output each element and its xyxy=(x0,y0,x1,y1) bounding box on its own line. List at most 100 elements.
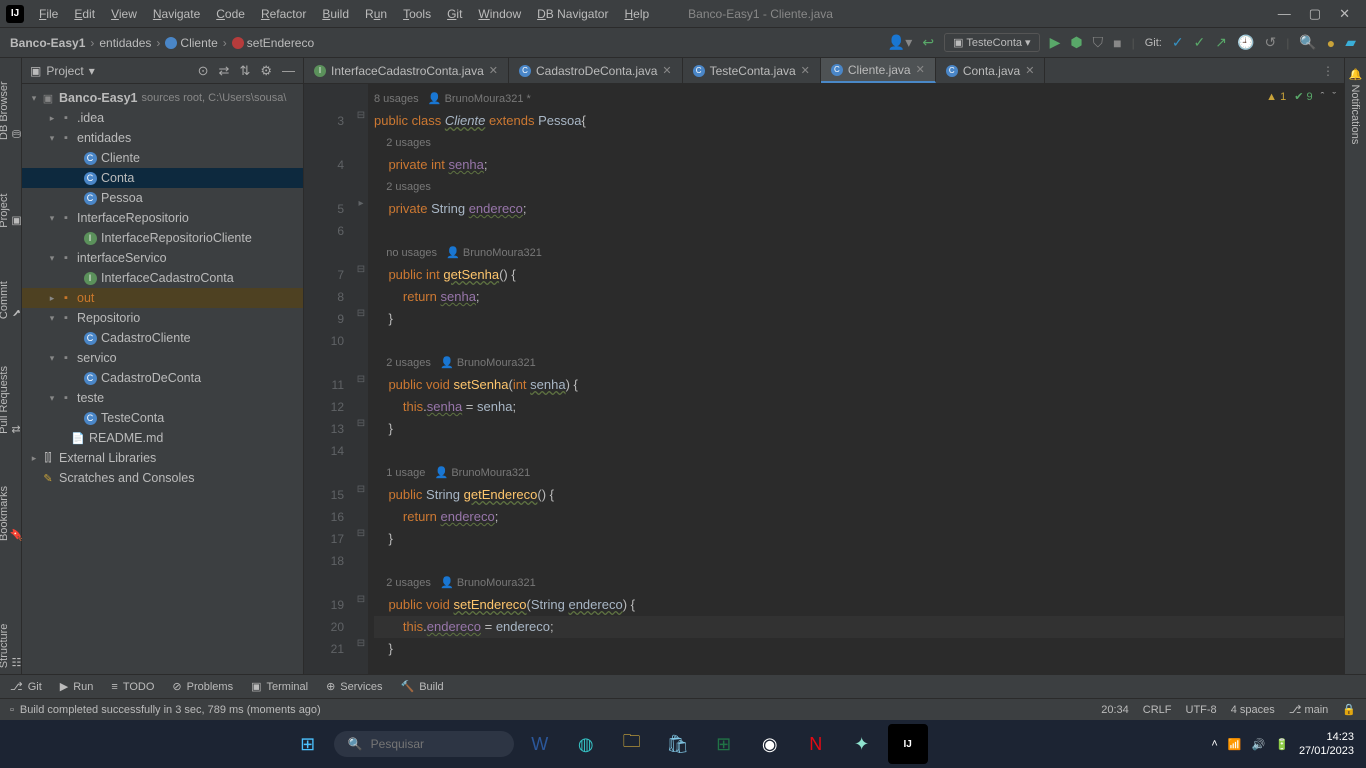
bottom-services[interactable]: ⊕Services xyxy=(326,680,382,693)
notifications-tab[interactable]: 🔔 Notifications xyxy=(1349,68,1362,144)
tree-repositorio[interactable]: ▾▪Repositorio xyxy=(22,308,303,328)
rollback-icon[interactable]: ↺ xyxy=(1264,34,1276,51)
expand-all-icon[interactable]: ⇄ xyxy=(219,63,230,79)
code-with-me-icon[interactable]: ▰ xyxy=(1345,34,1356,51)
hide-panel-icon[interactable]: — xyxy=(282,63,295,79)
taskbar-clock[interactable]: 14:23 27/01/2023 xyxy=(1299,730,1354,758)
tree-entidades[interactable]: ▾▪entidades xyxy=(22,128,303,148)
tree-root[interactable]: ▾▣Banco-Easy1sources root, C:\Users\sous… xyxy=(22,88,303,108)
explorer-icon[interactable]: 🗀 xyxy=(612,724,652,764)
project-tab[interactable]: Project ▣ xyxy=(0,176,23,234)
menu-tools[interactable]: Tools xyxy=(396,5,438,23)
close-icon[interactable]: ✕ xyxy=(1025,64,1034,77)
app-icon[interactable]: ✦ xyxy=(842,724,882,764)
add-config-icon[interactable]: 👤▾ xyxy=(888,34,912,51)
window-close-icon[interactable]: ✕ xyxy=(1339,6,1350,22)
menu-edit[interactable]: Edit xyxy=(67,5,102,23)
menu-view[interactable]: View xyxy=(104,5,144,23)
tree-conta[interactable]: CConta xyxy=(22,168,303,188)
intellij-taskbar-icon[interactable]: IJ xyxy=(888,724,928,764)
tab-cliente[interactable]: CCliente.java✕ xyxy=(821,58,936,83)
taskbar-search[interactable]: 🔍 xyxy=(334,731,514,757)
battery-icon[interactable]: 🔋 xyxy=(1275,738,1289,751)
structure-tab[interactable]: Structure ☷ xyxy=(0,607,23,674)
tree-readme[interactable]: 📄README.md xyxy=(22,428,303,448)
collapse-all-icon[interactable]: ⇅ xyxy=(239,63,250,79)
settings-icon[interactable]: ⚙ xyxy=(260,63,272,79)
bookmarks-tab[interactable]: Bookmarks 🔖 xyxy=(0,470,23,547)
menu-code[interactable]: Code xyxy=(209,5,252,23)
tree-extlib[interactable]: ▸⫿⫿External Libraries xyxy=(22,448,303,468)
tree-servico[interactable]: ▾▪servico xyxy=(22,348,303,368)
search-icon[interactable]: 🔍 xyxy=(1299,34,1316,51)
excel-icon[interactable]: ⊞ xyxy=(704,724,744,764)
edge-icon[interactable]: ◍ xyxy=(566,724,606,764)
close-icon[interactable]: ✕ xyxy=(916,63,925,76)
tree-interfacecadconta[interactable]: IInterfaceCadastroConta xyxy=(22,268,303,288)
git-update-icon[interactable]: ✓ xyxy=(1172,34,1184,51)
bottom-todo[interactable]: ≡TODO xyxy=(111,681,154,693)
status-branch[interactable]: ⎇ main xyxy=(1289,703,1329,716)
status-caret-pos[interactable]: 20:34 xyxy=(1101,704,1129,716)
tab-testeconta[interactable]: CTesteConta.java✕ xyxy=(683,58,821,83)
editor-body[interactable]: ▲ 1 ✔ 9 ˆˇ 3 4 5 6 7 8 9 10 11 12 13 14 … xyxy=(304,84,1344,674)
chrome-icon[interactable]: ◉ xyxy=(750,724,790,764)
commit-tab[interactable]: Commit ✔ xyxy=(0,264,23,325)
window-minimize-icon[interactable]: — xyxy=(1278,6,1291,22)
crumb-method[interactable]: setEndereco xyxy=(232,36,314,50)
volume-icon[interactable]: 🔊 xyxy=(1252,738,1266,751)
back-icon[interactable]: ↩ xyxy=(922,34,934,51)
start-icon[interactable]: ⊞ xyxy=(288,724,328,764)
menu-window[interactable]: Window xyxy=(471,5,528,23)
pullrequests-tab[interactable]: Pull Requests ⇅ xyxy=(0,355,23,440)
bottom-run[interactable]: ▶Run xyxy=(60,680,94,693)
wifi-icon[interactable]: 📶 xyxy=(1228,738,1242,751)
close-icon[interactable]: ✕ xyxy=(489,64,498,77)
fold-gutter[interactable]: ⊟ ▸⊟ ⊟⊟ ⊟⊟ ⊟⊟⊟ xyxy=(354,84,368,674)
code-area[interactable]: 8 usages 👤 BrunoMoura321 * public class … xyxy=(368,84,1344,674)
select-opened-file-icon[interactable]: ⊙ xyxy=(198,63,209,79)
tree-scratches[interactable]: ✎Scratches and Consoles xyxy=(22,468,303,488)
coverage-icon[interactable]: ⛉ xyxy=(1093,34,1104,51)
status-indent[interactable]: 4 spaces xyxy=(1231,704,1275,716)
tree-cadcliente[interactable]: CCadastroCliente xyxy=(22,328,303,348)
bottom-git[interactable]: ⎇Git xyxy=(10,680,42,693)
netflix-icon[interactable]: N xyxy=(796,724,836,764)
bottom-build[interactable]: 🔨Build xyxy=(400,680,443,693)
menu-run[interactable]: Run xyxy=(358,5,394,23)
git-push-icon[interactable]: ↗ xyxy=(1215,34,1227,51)
menu-file[interactable]: File xyxy=(32,5,65,23)
status-lock-icon[interactable]: 🔒 xyxy=(1342,703,1356,716)
run-config-dropdown[interactable]: ▣ TesteConta ▾ xyxy=(944,33,1040,52)
project-panel-title[interactable]: ▣ Project ▾ xyxy=(30,64,95,78)
tree-pessoa[interactable]: CPessoa xyxy=(22,188,303,208)
tab-interfacecadastroconta[interactable]: IInterfaceCadastroConta.java✕ xyxy=(304,58,509,83)
bottom-terminal[interactable]: ▣Terminal xyxy=(251,680,308,693)
status-line-sep[interactable]: CRLF xyxy=(1143,704,1172,716)
history-icon[interactable]: 🕘 xyxy=(1237,34,1254,51)
tree-teste[interactable]: ▾▪teste xyxy=(22,388,303,408)
status-encoding[interactable]: UTF-8 xyxy=(1186,704,1217,716)
menu-refactor[interactable]: Refactor xyxy=(254,5,313,23)
store-icon[interactable]: 🛍 xyxy=(658,724,698,764)
tree-out[interactable]: ▸▪out xyxy=(22,288,303,308)
word-icon[interactable]: W xyxy=(520,724,560,764)
dbbrowser-tab[interactable]: DB Browser ⛁ xyxy=(0,66,23,146)
stop-icon[interactable]: ■ xyxy=(1113,35,1121,51)
git-commit-icon[interactable]: ✓ xyxy=(1194,34,1206,51)
menu-git[interactable]: Git xyxy=(440,5,469,23)
crumb-package[interactable]: entidades xyxy=(99,36,151,50)
window-maximize-icon[interactable]: ▢ xyxy=(1309,6,1321,22)
tree-testeconta[interactable]: CTesteConta xyxy=(22,408,303,428)
bottom-problems[interactable]: ⊘Problems xyxy=(172,680,233,693)
tree-interfacerepocli[interactable]: IInterfaceRepositorioCliente xyxy=(22,228,303,248)
tree-interfaceserv[interactable]: ▾▪interfaceServico xyxy=(22,248,303,268)
crumb-project[interactable]: Banco-Easy1 xyxy=(10,36,85,50)
menu-dbnav[interactable]: DB Navigator xyxy=(530,5,615,23)
tree-interfacerepo[interactable]: ▾▪InterfaceRepositorio xyxy=(22,208,303,228)
close-icon[interactable]: ✕ xyxy=(662,64,671,77)
crumb-class[interactable]: Cliente xyxy=(165,36,217,50)
close-icon[interactable]: ✕ xyxy=(801,64,810,77)
tab-conta[interactable]: CConta.java✕ xyxy=(936,58,1046,83)
tray-chevron-icon[interactable]: ˄ xyxy=(1211,738,1217,750)
